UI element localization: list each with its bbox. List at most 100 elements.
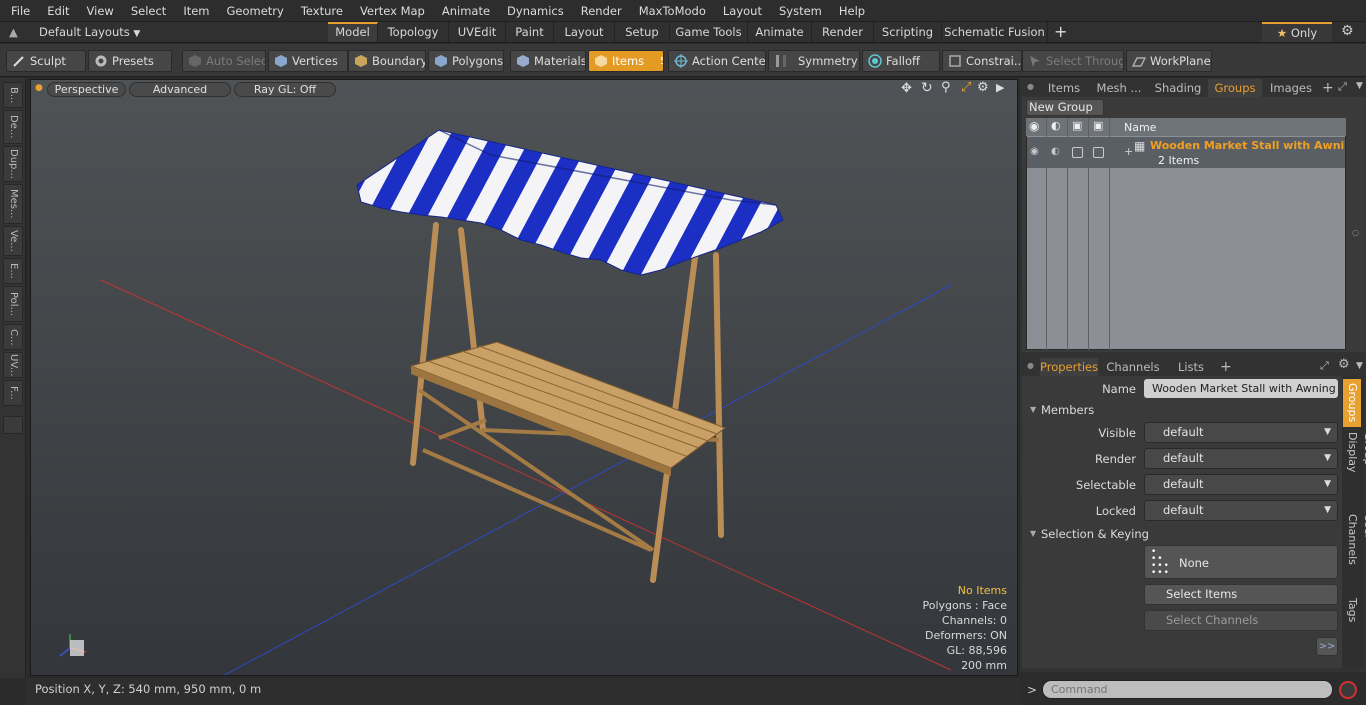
menu-item[interactable]: Item	[172, 4, 215, 18]
tool-tab-expand[interactable]	[3, 416, 23, 434]
menu-texture[interactable]: Texture	[290, 4, 349, 18]
selectable-dropdown[interactable]: default ▼	[1144, 474, 1338, 495]
select-channels-button[interactable]: Select Channels	[1144, 610, 1338, 631]
menu-layout[interactable]: Layout	[712, 4, 768, 18]
row-render-icon[interactable]: ◐	[1051, 146, 1060, 157]
side-tab-group-display[interactable]: Group Display	[1344, 432, 1366, 504]
more-button[interactable]: >>	[1316, 637, 1338, 656]
items-button[interactable]: Items 5	[588, 50, 664, 72]
only-button[interactable]: ★ Only	[1262, 22, 1332, 42]
tab-render[interactable]: Render	[812, 22, 874, 42]
menu-vertex-map[interactable]: Vertex Map	[349, 4, 431, 18]
tab-properties[interactable]: Properties	[1040, 358, 1098, 376]
tab-scripting[interactable]: Scripting	[874, 22, 942, 42]
expand-plus-icon[interactable]: +	[1124, 145, 1133, 158]
keying-none-button[interactable]: • •• ••• ••• None	[1144, 545, 1338, 579]
menu-geometry[interactable]: Geometry	[216, 4, 290, 18]
eye-icon[interactable]: ◉	[1029, 119, 1039, 133]
menu-system[interactable]: System	[768, 4, 828, 18]
expand-properties-icon[interactable]: ⤢	[1320, 359, 1329, 373]
menu-maxtomodo[interactable]: MaxToModo	[628, 4, 712, 18]
menu-edit[interactable]: Edit	[36, 4, 75, 18]
tool-tab-uv[interactable]: UV...	[3, 352, 23, 378]
constraints-button[interactable]: Constrai...	[942, 50, 1022, 72]
members-section[interactable]: Members	[1041, 403, 1094, 417]
collapse-triangle-icon[interactable]: ▼	[1030, 405, 1036, 414]
panel-dot-icon[interactable]: ●	[1027, 82, 1034, 91]
menu-help[interactable]: Help	[828, 4, 871, 18]
side-tab-tags[interactable]: Tags	[1344, 598, 1360, 628]
selection-keying-section[interactable]: Selection & Keying	[1041, 527, 1149, 541]
tool-tab-basic[interactable]: B...	[3, 82, 23, 108]
expand-panel-icon[interactable]: ⤢	[1338, 80, 1347, 94]
tab-shading[interactable]: Shading	[1150, 79, 1206, 97]
lock-icon[interactable]: ▣	[1072, 119, 1082, 132]
symmetry-button[interactable]: Symmetry	[768, 50, 860, 72]
tab-layout[interactable]: Layout	[554, 22, 615, 42]
tab-topology[interactable]: Topology	[378, 22, 449, 42]
side-tab-user-channels[interactable]: User Channels	[1344, 514, 1366, 588]
menu-dynamics[interactable]: Dynamics	[496, 4, 570, 18]
tab-schematic-fusion[interactable]: Schematic Fusion	[942, 22, 1048, 42]
name-field[interactable]: Wooden Market Stall with Awning (3)	[1144, 379, 1338, 398]
properties-menu-icon[interactable]: ▼	[1356, 361, 1363, 371]
row-lock-checkbox[interactable]	[1072, 147, 1083, 158]
menu-render[interactable]: Render	[570, 4, 628, 18]
tab-animate[interactable]: Animate	[748, 22, 812, 42]
locked-dropdown[interactable]: default ▼	[1144, 500, 1338, 521]
add-prop-tab-button[interactable]: +	[1220, 358, 1232, 376]
workplane-button[interactable]: WorkPlane	[1126, 50, 1212, 72]
layout-selector[interactable]: Default Layouts ▼	[28, 22, 328, 42]
row-eye-icon[interactable]: ◉	[1030, 146, 1039, 157]
tool-tab-mesh[interactable]: Mes...	[3, 184, 23, 224]
arrow-up-icon[interactable]: ▲	[9, 25, 18, 39]
panel-dot-icon[interactable]: ●	[1027, 361, 1034, 370]
menu-animate[interactable]: Animate	[431, 4, 496, 18]
tab-mesh[interactable]: Mesh ...	[1090, 79, 1148, 97]
tab-lists[interactable]: Lists	[1168, 358, 1214, 376]
sculpt-button[interactable]: Sculpt	[6, 50, 86, 72]
action-center-button[interactable]: Action Center	[668, 50, 766, 72]
tool-tab-deform[interactable]: De...	[3, 110, 23, 144]
scroll-handle-icon[interactable]: ○	[1352, 228, 1359, 237]
panel-menu-icon[interactable]: ▼	[1356, 81, 1363, 91]
tab-model[interactable]: Model	[328, 22, 378, 42]
tab-paint[interactable]: Paint	[506, 22, 554, 42]
side-tab-groups[interactable]: Groups	[1343, 379, 1361, 427]
menu-view[interactable]: View	[76, 4, 120, 18]
tool-tab-curve[interactable]: C...	[3, 324, 23, 350]
vertices-button[interactable]: Vertices 1	[268, 50, 348, 72]
polygons-button[interactable]: Polygons	[428, 50, 504, 72]
tab-items[interactable]: Items	[1040, 79, 1088, 97]
collapse-triangle-icon[interactable]: ▼	[1030, 529, 1036, 538]
record-icon[interactable]	[1339, 681, 1357, 699]
tab-setup[interactable]: Setup	[615, 22, 670, 42]
add-tab-button[interactable]: +	[1054, 22, 1067, 42]
add-panel-tab-button[interactable]: +	[1322, 79, 1334, 97]
tool-tab-vertex[interactable]: Ve...	[3, 226, 23, 256]
menu-file[interactable]: File	[0, 4, 36, 18]
row-select-checkbox[interactable]	[1093, 147, 1104, 158]
3d-viewport[interactable]: ● Perspective Advanced Ray GL: Off ✥ ↻ ⚲…	[30, 79, 1018, 676]
presets-button[interactable]: Presets	[88, 50, 172, 72]
tab-images[interactable]: Images	[1264, 79, 1318, 97]
tool-tab-polygon[interactable]: Pol...	[3, 286, 23, 322]
tool-tab-edge[interactable]: E...	[3, 258, 23, 284]
new-group-button[interactable]: New Group	[1026, 99, 1104, 116]
select-icon[interactable]: ▣	[1093, 119, 1103, 132]
select-through-button[interactable]: Select Through	[1022, 50, 1124, 72]
auto-select-button[interactable]: Auto Select	[182, 50, 266, 72]
tool-tab-fusion[interactable]: F...	[3, 380, 23, 406]
menu-select[interactable]: Select	[120, 4, 172, 18]
tab-channels[interactable]: Channels	[1104, 358, 1162, 376]
render-dropdown[interactable]: default ▼	[1144, 448, 1338, 469]
render-icon[interactable]: ◐	[1051, 119, 1061, 132]
materials-button[interactable]: Materials	[510, 50, 586, 72]
falloff-button[interactable]: Falloff	[862, 50, 940, 72]
tab-groups[interactable]: Groups	[1208, 79, 1262, 97]
gear-icon[interactable]: ⚙	[1341, 23, 1354, 39]
tab-uvedit[interactable]: UVEdit	[449, 22, 506, 42]
command-input[interactable]	[1042, 680, 1333, 699]
boundary-button[interactable]: Boundary	[348, 50, 426, 72]
select-items-button[interactable]: Select Items	[1144, 584, 1338, 605]
